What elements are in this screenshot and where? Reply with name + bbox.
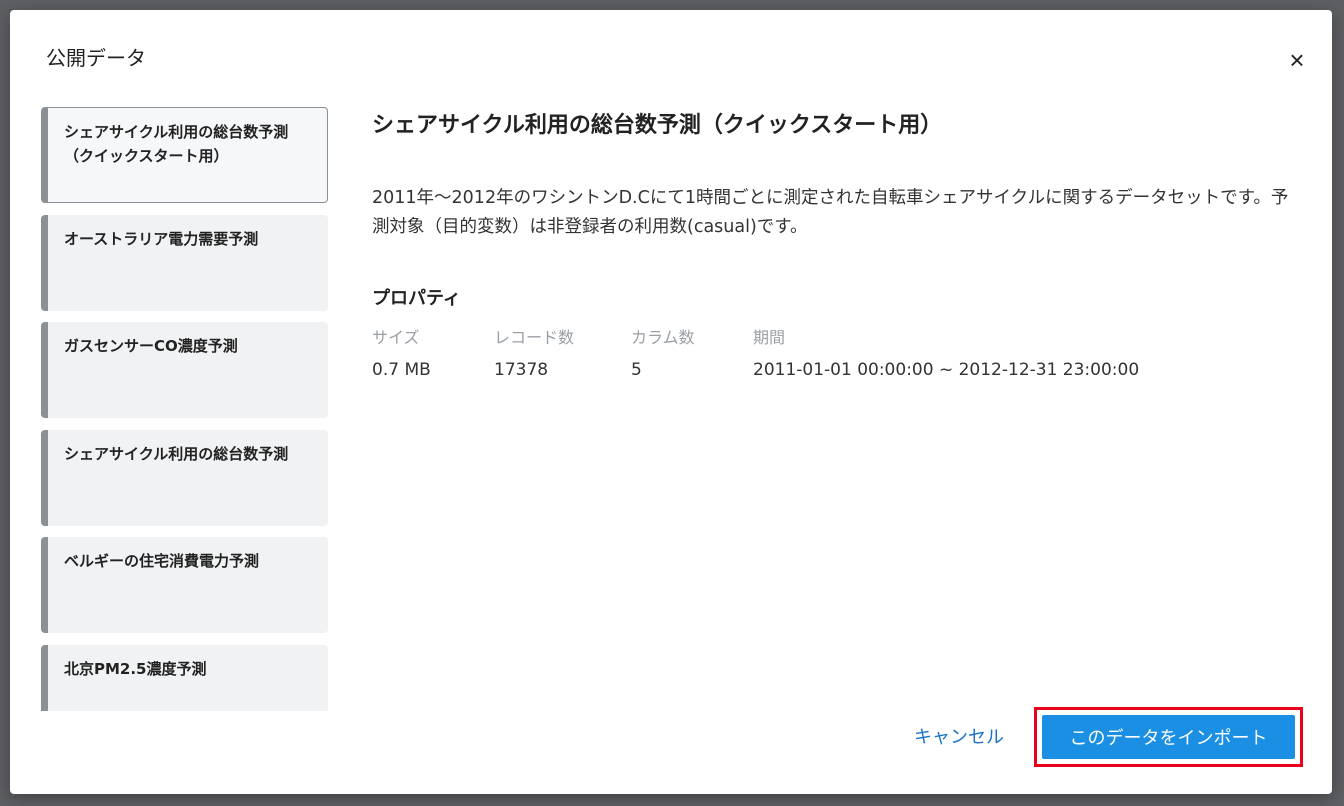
property-value: 17378 [494, 360, 549, 380]
properties-heading: プロパティ [372, 288, 461, 309]
property-label: 期間 [753, 328, 786, 347]
import-button-highlight: このデータをインポート [1034, 707, 1303, 767]
dataset-description: 2011年～2012年のワシントンD.Cにて1時間ごとに測定された自転車シェアサ… [372, 188, 1289, 237]
dataset-item-australia-power[interactable]: オーストラリア電力需要予測 [41, 214, 328, 311]
dataset-list: シェアサイクル利用の総台数予測 （クイックスタート用） オーストラリア電力需要予… [41, 107, 329, 711]
property-label: カラム数 [631, 328, 695, 347]
cancel-button[interactable]: キャンセル [900, 718, 1018, 754]
dataset-item-bike-share-quickstart[interactable]: シェアサイクル利用の総台数予測 （クイックスタート用） [41, 107, 328, 203]
dataset-item-bike-share[interactable]: シェアサイクル利用の総台数予測 [41, 429, 328, 526]
property-label: サイズ [372, 328, 420, 347]
dataset-detail: シェアサイクル利用の総台数予測（クイックスタート用） 2011年～2012年のワ… [372, 108, 1302, 380]
public-data-dialog: 公開データ × シェアサイクル利用の総台数予測 （クイックスタート用） オースト… [10, 10, 1332, 794]
dialog-title: 公開データ [46, 46, 146, 70]
property-period: 期間 2011-01-01 00:00:00 ~ 2012-12-31 23:0… [753, 324, 1139, 380]
property-size: サイズ 0.7 MB [372, 324, 494, 380]
dataset-item-belgium-power[interactable]: ベルギーの住宅消費電力予測 [41, 537, 328, 633]
property-value: 5 [631, 360, 642, 380]
dataset-item-beijing-pm25[interactable]: 北京PM2.5濃度予測 [41, 644, 328, 711]
import-button[interactable]: このデータをインポート [1042, 715, 1295, 759]
property-value: 0.7 MB [372, 360, 431, 380]
dataset-title: シェアサイクル利用の総台数予測（クイックスタート用） [372, 113, 943, 138]
property-label: レコード数 [494, 328, 575, 347]
close-icon[interactable]: × [1280, 43, 1314, 77]
property-columns: カラム数 5 [631, 324, 753, 380]
property-value: 2011-01-01 00:00:00 ~ 2012-12-31 23:00:0… [753, 360, 1140, 380]
dataset-item-gas-sensor-co[interactable]: ガスセンサーCO濃度予測 [41, 322, 328, 418]
properties-table: サイズ 0.7 MB レコード数 17378 カラム数 5 期間 2011-01… [372, 324, 1302, 380]
property-records: レコード数 17378 [494, 324, 631, 380]
